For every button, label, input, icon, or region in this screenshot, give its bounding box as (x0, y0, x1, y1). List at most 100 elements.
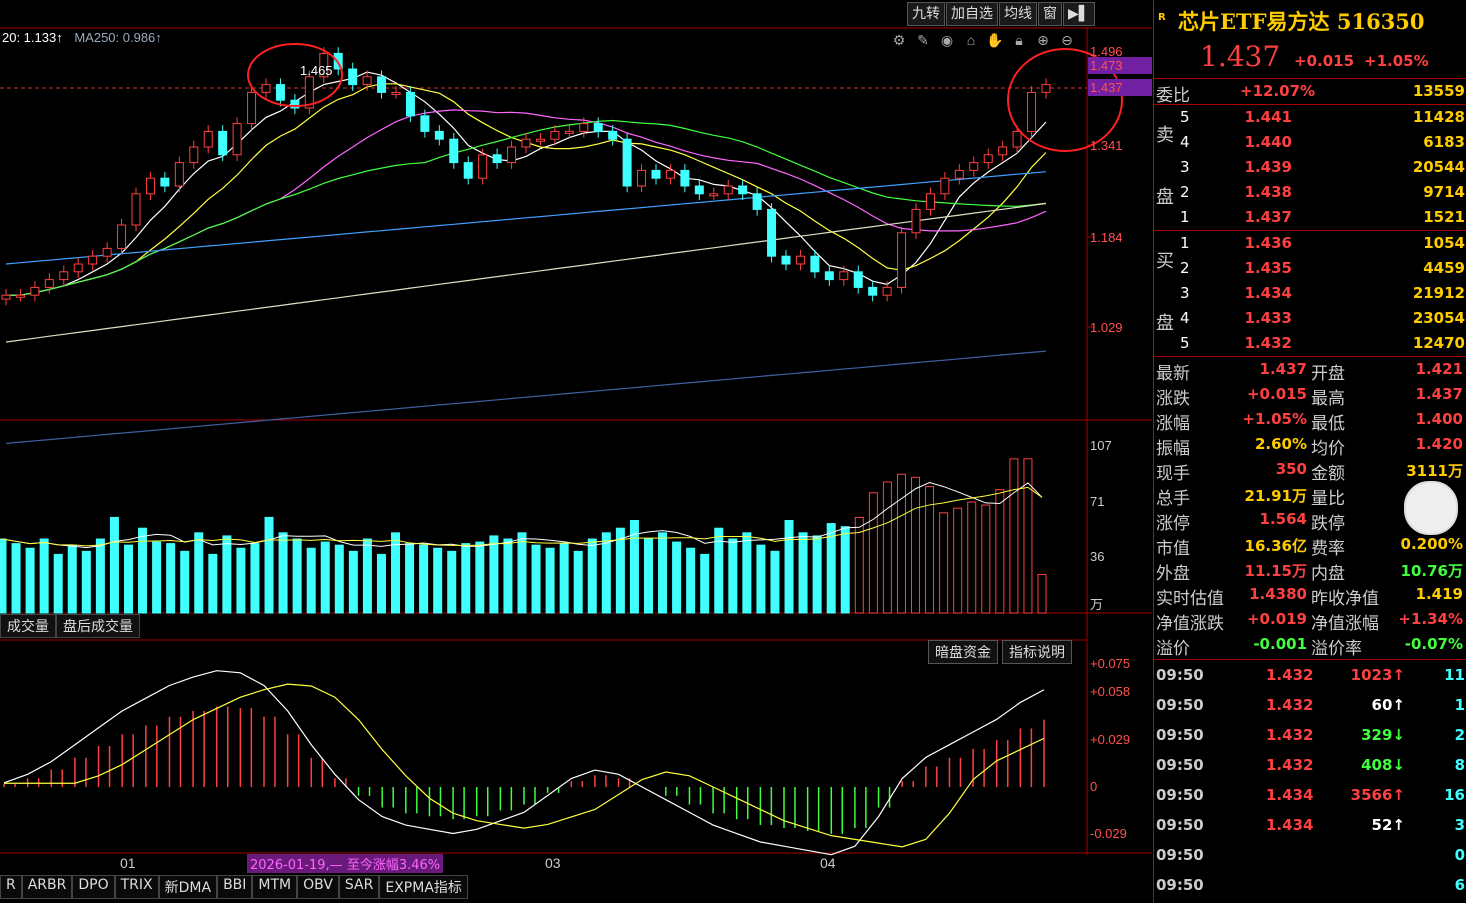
tab-indicator-sar[interactable]: SAR (338, 875, 380, 899)
candle-body (232, 123, 242, 156)
volume-bar (911, 476, 921, 614)
stat-label: 开盘 (1311, 364, 1345, 384)
ask-price: 1.437 (1244, 208, 1292, 226)
candle-body (723, 185, 733, 195)
tab-indicator-bbi[interactable]: BBI (217, 875, 253, 899)
stat-value: 350 (1275, 460, 1307, 478)
stat-value: 1.421 (1415, 360, 1463, 378)
price-change: +0.015 (1294, 52, 1355, 70)
tick-count: 8 (1454, 756, 1465, 774)
tab-volume[interactable]: 成交量 (0, 614, 56, 638)
candle-body (579, 123, 589, 132)
tick-count: 11 (1444, 666, 1465, 684)
tab-indicator-mtm[interactable]: MTM (252, 875, 298, 899)
tick-row: 09:50 1.432 1023↑ 11 (1154, 660, 1466, 690)
hand-icon[interactable]: ✋ (984, 30, 1006, 50)
bid-volume: 23054 (1412, 309, 1465, 327)
date-highlight: 2026-01-19,— 至今涨幅3.46% (247, 854, 444, 873)
bid-row[interactable]: 1 1.436 1054 (1154, 231, 1466, 256)
stat-row: 涨幅 +1.05% 最低 1.400 (1154, 407, 1466, 434)
candle-body (275, 84, 285, 101)
ask-row[interactable]: 5 1.441 11428 (1154, 105, 1466, 130)
macd-axis-label: +0.029 (1090, 732, 1130, 747)
bid-level: 4 (1180, 309, 1190, 327)
kline-chart-area[interactable]: 1.465 1.496 1.473 1.437 1.341 1.184 1.029 107 71… (0, 0, 1152, 903)
volume-bar (896, 473, 906, 614)
volume-bar (292, 538, 302, 614)
tab-indicator-arbr[interactable]: ARBR (21, 875, 73, 899)
candle-body (203, 130, 213, 148)
ma10-line (6, 83, 1047, 296)
macd-dea-line (4, 683, 1045, 848)
stat-value: 1.420 (1415, 435, 1463, 453)
add-watchlist-button[interactable]: 加自选 (946, 2, 998, 26)
avatar[interactable] (1404, 481, 1458, 535)
tab-indicator-expma[interactable]: EXPMA指标 (379, 875, 468, 899)
indicator-help-button[interactable]: 指标说明 (1002, 640, 1072, 664)
zoom-in-icon[interactable]: ⊕ (1032, 30, 1054, 50)
tick-volume: 1023↑ (1350, 666, 1405, 684)
tab-after-hours-volume[interactable]: 盘后成交量 (56, 614, 140, 638)
volume-axis-label: 107 (1090, 438, 1112, 453)
bid-row[interactable]: 5 1.432 12470 (1154, 331, 1466, 356)
stat-value: 11.15万 (1244, 562, 1307, 580)
candle-body (795, 255, 805, 265)
volume-bar (643, 538, 653, 614)
tick-time: 09:50 (1156, 666, 1204, 684)
tick-volume: 52↑ (1371, 816, 1405, 834)
tab-indicator-obv[interactable]: OBV (297, 875, 339, 899)
ma-button[interactable]: 均线 (999, 2, 1037, 26)
bid-price: 1.432 (1244, 334, 1292, 352)
bid-row[interactable]: 4 1.433 23054 (1154, 306, 1466, 331)
stat-value: 0.200% (1400, 535, 1463, 553)
tab-indicator-dpo[interactable]: DPO (72, 875, 115, 899)
candle-body (738, 185, 748, 195)
bid-row[interactable]: 2 1.435 4459 (1154, 256, 1466, 281)
candle-body (247, 91, 257, 125)
window-button[interactable]: 窗 (1038, 2, 1062, 26)
volume-bar (166, 543, 176, 614)
lock-icon[interactable]: 🔒︎ (1008, 30, 1030, 50)
ask-row[interactable]: 3 1.439 20544 (1154, 155, 1466, 180)
ask-volume: 11428 (1412, 108, 1465, 126)
ask-row[interactable]: 1 1.437 1521 (1154, 205, 1466, 230)
kline-svg[interactable]: 1.465 1.4961.473 1.437 1.341 1.184 1.029 107 71… (0, 0, 1152, 903)
bid-row[interactable]: 3 1.434 21912 (1154, 281, 1466, 306)
volume-bar (770, 550, 780, 614)
volume-bar (939, 512, 949, 614)
volume-bar (461, 543, 471, 614)
volume-bar (0, 538, 7, 614)
tick-time: 09:50 (1156, 876, 1204, 894)
collapse-icon[interactable]: ▶▌ (1063, 2, 1095, 26)
stat-value: +1.34% (1398, 610, 1463, 628)
tab-indicator-trix[interactable]: TRIX (114, 875, 159, 899)
draw-pen-icon[interactable]: ✎ (912, 30, 934, 50)
ask-row[interactable]: 4 1.440 6183 (1154, 130, 1466, 155)
stat-value: 10.76万 (1400, 562, 1463, 580)
jiuzhuan-button[interactable]: 九转 (907, 2, 945, 26)
candle-body (998, 146, 1008, 156)
macd-dif-line (3, 670, 1045, 856)
candle-body (810, 255, 820, 273)
volume-bar (208, 553, 218, 614)
volume-bar (95, 538, 105, 614)
eye-icon[interactable]: ◉ (936, 30, 958, 50)
volume-axis-label: 36 (1090, 549, 1104, 564)
settings-icon[interactable]: ⚙ (888, 30, 910, 50)
tab-indicator-r[interactable]: R (0, 875, 22, 899)
candle-body (362, 76, 372, 86)
shop-icon[interactable]: ⌂ (960, 30, 982, 50)
volume-bar (306, 547, 316, 614)
volume-bar (1009, 458, 1019, 614)
stat-label: 涨停 (1156, 514, 1190, 534)
candle-body (564, 130, 574, 134)
tab-indicator-dma[interactable]: 新DMA (158, 875, 218, 899)
ask-row[interactable]: 2 1.438 9714 (1154, 180, 1466, 205)
zoom-out-icon[interactable]: ⊖ (1056, 30, 1078, 50)
stat-row: 实时估值 1.4380 昨收净值 1.419 (1154, 582, 1466, 609)
stat-label: 最新 (1156, 364, 1190, 384)
stat-label: 涨跌 (1156, 389, 1190, 409)
candle-body (781, 255, 791, 265)
dark-pool-button[interactable]: 暗盘资金 (928, 640, 998, 664)
candle-body (940, 177, 950, 195)
